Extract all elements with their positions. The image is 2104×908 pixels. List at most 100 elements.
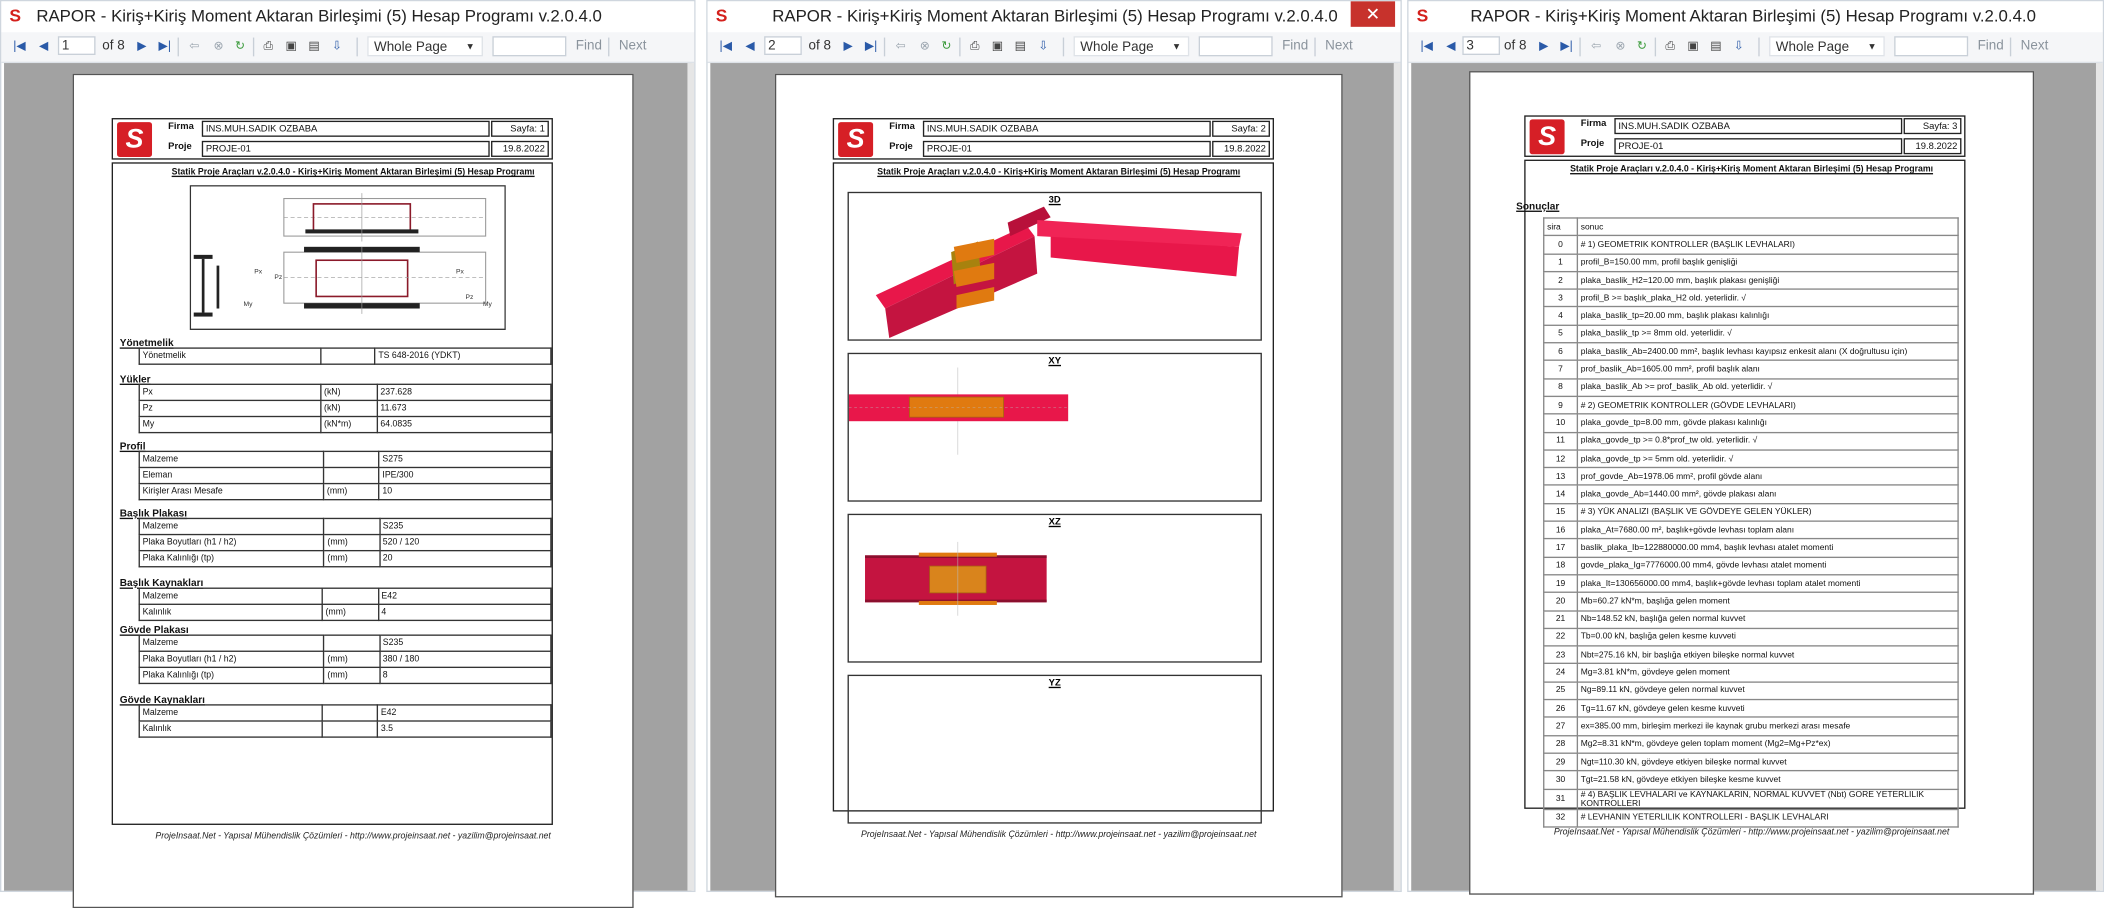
print-icon[interactable]: ⎙ [1663,38,1678,54]
input-table: Malzeme S235 Plaka Boyutları (h1 / h2) (mm)… [138,517,552,568]
parameter-unit [322,704,379,722]
page-number-input[interactable]: 3 [1462,36,1501,55]
stop-icon[interactable]: ⊗ [917,38,932,54]
document-area[interactable]: S Firma INS.MUH.SADIK OZBABA Sayfa: 3 Pr… [1411,63,2101,895]
find-input[interactable] [492,36,567,57]
row-index: 7 [1543,359,1579,380]
row-index: 2 [1543,270,1579,291]
row-index: 23 [1543,645,1579,665]
print-icon[interactable]: ⎙ [967,38,982,54]
first-page-icon[interactable]: |◀ [1419,38,1434,54]
next-page-icon[interactable]: ▶ [1536,38,1551,54]
proje-value: PROJE-01 [201,140,490,157]
parameter-unit [322,720,379,738]
print-layout-icon[interactable]: ▣ [990,38,1005,54]
firma-value: INS.MUH.SADIK OZBABA [1614,118,1903,135]
print-layout-icon[interactable]: ▣ [1686,38,1701,54]
chevron-down-icon: ▼ [465,42,475,53]
result-text: ex=385.00 mm, birleşim merkezi ile kayna… [1576,716,1959,736]
next-page-icon[interactable]: ▶ [841,38,856,54]
next-button[interactable]: Next [1325,39,1353,54]
page-label: Sayfa: 2 [1212,120,1270,137]
next-button[interactable]: Next [2021,39,2049,54]
toolbar-divider [883,37,886,57]
page-number-input[interactable]: 2 [764,36,802,55]
stop-icon[interactable]: ⊗ [211,38,226,54]
result-text: # 2) GEOMETRIK KONTROLLER (GÖVDE LEVHALA… [1576,395,1959,415]
titlebar[interactable]: S RAPOR - Kiriş+Kiriş Moment Aktaran Bir… [707,1,1401,33]
document-area[interactable]: S Firma INS.MUH.SADIK OZBABA Sayfa: 2 Pr… [710,63,1398,898]
refresh-icon[interactable]: ↻ [1635,38,1650,54]
vertical-scrollbar[interactable] [687,63,695,891]
result-text: Nb=148.52 kN, başlığa gelen normal kuvve… [1576,609,1959,629]
titlebar[interactable]: S RAPOR - Kiriş+Kiriş Moment Aktaran Bir… [1408,1,2103,33]
find-input[interactable] [1894,36,1969,57]
proje-label: Proje [168,142,192,152]
zoom-select[interactable]: Whole Page ▼ [1769,36,1885,57]
back-icon[interactable]: ⇦ [893,38,908,54]
toolbar-divider [608,37,610,57]
table-row: 25 Ng=89.11 kN, gövdeye gelen normal kuvv… [1543,681,1959,701]
first-page-icon[interactable]: |◀ [718,38,733,54]
first-page-icon[interactable]: |◀ [12,38,27,54]
find-button[interactable]: Find [1978,39,2004,54]
xz-elevation-drawing [865,541,1047,616]
report-header: S Firma INS.MUH.SADIK OZBABA Sayfa: 3 Pr… [1524,115,1966,157]
toolbar-divider [356,37,358,57]
find-button[interactable]: Find [1282,39,1308,54]
print-icon[interactable]: ⎙ [261,38,276,54]
parameter-unit [320,347,376,365]
find-input[interactable] [1198,36,1273,57]
refresh-icon[interactable]: ↻ [939,38,954,54]
row-index: 3 [1543,288,1579,308]
zoom-select[interactable]: Whole Page ▼ [1073,36,1190,57]
table-row: Pz (kN) 11.673 [138,399,552,418]
prev-page-icon[interactable]: ◀ [36,38,51,54]
company-logo: S [1529,119,1565,155]
document-area[interactable]: S Firma INS.MUH.SADIK OZBABA Sayfa: 1 Pr… [4,63,692,908]
page-number-input[interactable]: 1 [57,36,96,55]
page-setup-icon[interactable]: ▤ [307,38,322,54]
stop-icon[interactable]: ⊗ [1613,38,1628,54]
prev-page-icon[interactable]: ◀ [743,38,758,54]
parameter-value: E42 [377,587,552,605]
input-table: Malzeme E42 Kalınlık (mm) 4 [138,587,552,622]
titlebar[interactable]: S RAPOR - Kiriş+Kiriş Moment Aktaran Bir… [1,1,695,33]
back-icon[interactable]: ⇦ [187,38,202,54]
close-button[interactable]: ✕ [1350,1,1396,27]
table-row: Plaka Kalınlığı (tp) (mm) 20 [138,549,552,568]
results-section-title: Sonuçlar [1516,199,1560,212]
refresh-icon[interactable]: ↻ [233,38,248,54]
report-date: 19.8.2022 [1903,138,1962,155]
result-text: plaka_It=130656000.00 mm4, başlık+gövde … [1576,574,1959,594]
table-row: 3 profil_B >= başlık_plaka_H2 old. yeterl… [1543,288,1959,308]
next-page-icon[interactable]: ▶ [135,38,150,54]
page-setup-icon[interactable]: ▤ [1709,38,1724,54]
page-setup-icon[interactable]: ▤ [1013,38,1028,54]
company-logo: S [838,122,874,157]
last-page-icon[interactable]: ▶| [864,38,879,54]
export-icon[interactable]: ⇩ [1731,38,1746,54]
xy-plan-drawing [848,367,1069,455]
parameter-name: My [138,415,322,434]
toolbar-divider [1654,37,1657,57]
zoom-select[interactable]: Whole Page ▼ [367,36,483,57]
last-page-icon[interactable]: ▶| [1559,38,1574,54]
report-header: S Firma INS.MUH.SADIK OZBABA Sayfa: 2 Pr… [832,118,1274,160]
prev-page-icon[interactable]: ◀ [1444,38,1459,54]
find-button[interactable]: Find [576,39,602,54]
back-icon[interactable]: ⇦ [1589,38,1604,54]
pz-label: Pz [465,294,473,301]
print-layout-icon[interactable]: ▣ [284,38,299,54]
vertical-scrollbar[interactable] [1393,63,1401,891]
result-text: Mg2=8.31 kN*m, gövdeye gelen toplam mome… [1576,734,1959,754]
parameter-value: E42 [376,704,552,722]
export-icon[interactable]: ⇩ [330,38,345,54]
results-table: sira sonuc 0 # 1) GEOMETRIK KONTROLLER (B… [1543,217,1959,828]
export-icon[interactable]: ⇩ [1036,38,1051,54]
result-text: Tgt=21.58 kN, gövdeye etkiyen bileşke ke… [1576,770,1959,790]
vertical-scrollbar[interactable] [2095,63,2103,891]
proje-label: Proje [1580,139,1605,149]
next-button[interactable]: Next [619,39,647,54]
last-page-icon[interactable]: ▶| [157,38,172,54]
